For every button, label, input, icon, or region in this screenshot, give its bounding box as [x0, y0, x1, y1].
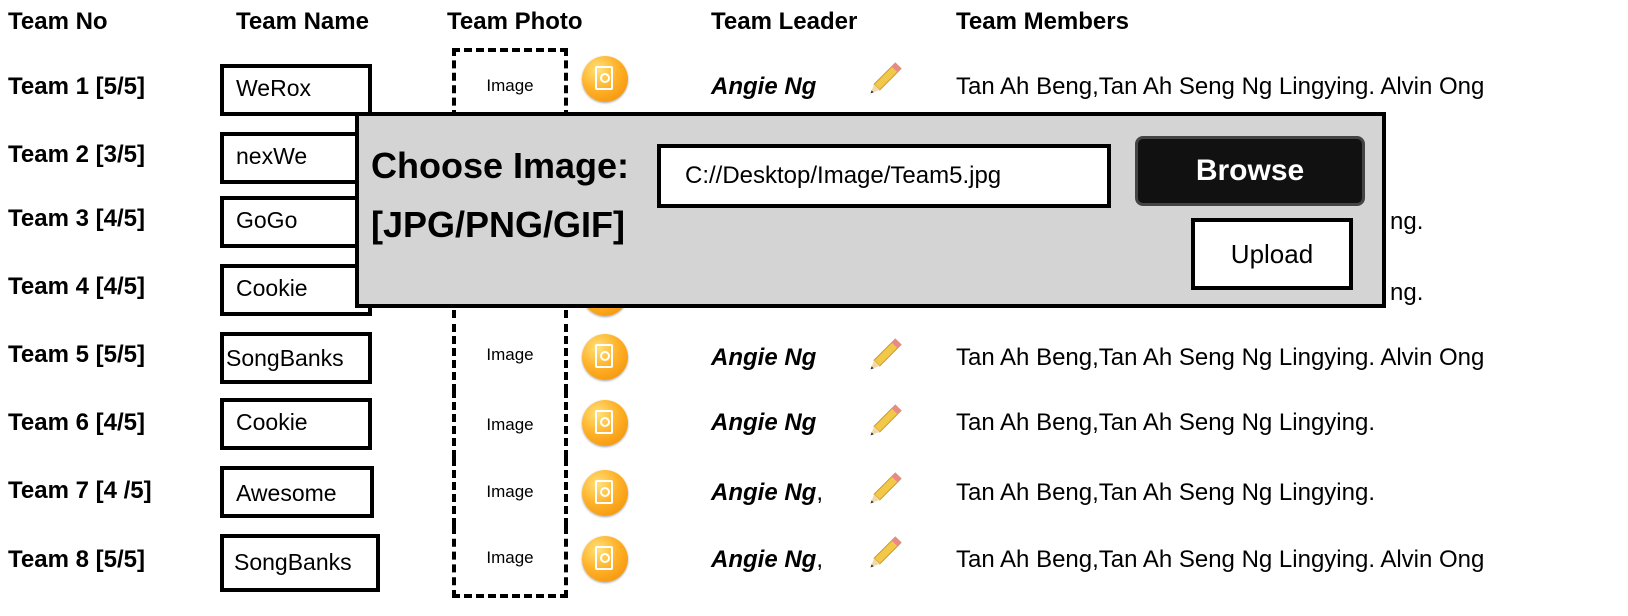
team-photo-placeholder: Image	[452, 324, 568, 392]
pencil-icon[interactable]	[862, 400, 906, 444]
team-no: Team 6 [4/5]	[8, 409, 145, 436]
team-row: Team 7 [4 /5] Awesome Image Angie Ng, Ta…	[0, 458, 1628, 534]
team-leader-name: Angie Ng,	[711, 546, 823, 573]
team-leader-name: Angie Ng	[711, 73, 817, 100]
team-members-text: ng.	[1390, 279, 1424, 306]
header-team-name: Team Name	[236, 8, 369, 35]
team-name-field[interactable]: Cookie	[220, 264, 372, 316]
team-row: Team 6 [4/5] Cookie Image Angie Ng Tan A…	[0, 390, 1628, 466]
team-row: Team 8 [5/5] SongBanks Image Angie Ng, T…	[0, 526, 1628, 602]
team-name-field[interactable]: SongBanks	[220, 332, 372, 384]
team-no: Team 2 [3/5]	[8, 141, 145, 168]
team-members-text: Tan Ah Beng,Tan Ah Seng Ng Lingying.	[956, 409, 1375, 436]
team-no: Team 5 [5/5]	[8, 341, 145, 368]
team-leader-name: Angie Ng	[711, 344, 817, 371]
dialog-file-types: [JPG/PNG/GIF]	[371, 204, 626, 245]
pencil-icon[interactable]	[862, 334, 906, 378]
pencil-icon[interactable]	[862, 58, 906, 102]
team-photo-placeholder: Image	[452, 458, 568, 526]
choose-image-dialog: Choose Image: [JPG/PNG/GIF] Browse Uploa…	[355, 112, 1386, 308]
header-team-members: Team Members	[956, 8, 1129, 35]
team-no: Team 8 [5/5]	[8, 546, 145, 573]
team-name-field[interactable]: WeRox	[220, 64, 372, 116]
team-photo-placeholder: Image	[452, 390, 568, 458]
browse-button[interactable]: Browse	[1135, 136, 1365, 206]
team-no: Team 3 [4/5]	[8, 205, 145, 232]
team-no: Team 7 [4 /5]	[8, 477, 152, 504]
pencil-icon[interactable]	[862, 532, 906, 576]
upload-button[interactable]: Upload	[1191, 218, 1353, 290]
team-members-text: ng.	[1390, 208, 1424, 235]
upload-photo-icon[interactable]	[582, 334, 628, 380]
header-team-no: Team No	[8, 8, 108, 35]
team-no: Team 1 [5/5]	[8, 73, 145, 100]
team-members-text: Tan Ah Beng,Tan Ah Seng Ng Lingying. Alv…	[956, 546, 1485, 573]
team-no: Team 4 [4/5]	[8, 273, 145, 300]
team-photo-placeholder: Image	[452, 526, 568, 598]
team-name-field[interactable]: Cookie	[220, 398, 372, 450]
pencil-icon[interactable]	[862, 468, 906, 512]
header-team-photo: Team Photo	[447, 8, 583, 35]
image-path-input[interactable]	[657, 144, 1111, 208]
upload-photo-icon[interactable]	[582, 536, 628, 582]
upload-photo-icon[interactable]	[582, 56, 628, 102]
header-team-leader: Team Leader	[711, 8, 858, 35]
team-name-field[interactable]: nexWe	[220, 132, 372, 184]
upload-photo-icon[interactable]	[582, 470, 628, 516]
team-name-field[interactable]: SongBanks	[220, 534, 380, 592]
upload-photo-icon[interactable]	[582, 400, 628, 446]
team-leader-name: Angie Ng,	[711, 479, 823, 506]
team-name-field[interactable]: GoGo	[220, 196, 372, 248]
team-leader-name: Angie Ng	[711, 409, 817, 436]
team-members-text: Tan Ah Beng,Tan Ah Seng Ng Lingying. Alv…	[956, 73, 1485, 100]
team-members-text: Tan Ah Beng,Tan Ah Seng Ng Lingying.	[956, 479, 1375, 506]
team-members-text: Tan Ah Beng,Tan Ah Seng Ng Lingying. Alv…	[956, 344, 1485, 371]
team-name-field[interactable]: Awesome	[220, 466, 374, 518]
dialog-title: Choose Image:	[371, 145, 630, 186]
team-photo-placeholder: Image	[452, 48, 568, 118]
team-row: Team 5 [5/5] SongBanks Image Angie Ng Ta…	[0, 324, 1628, 400]
